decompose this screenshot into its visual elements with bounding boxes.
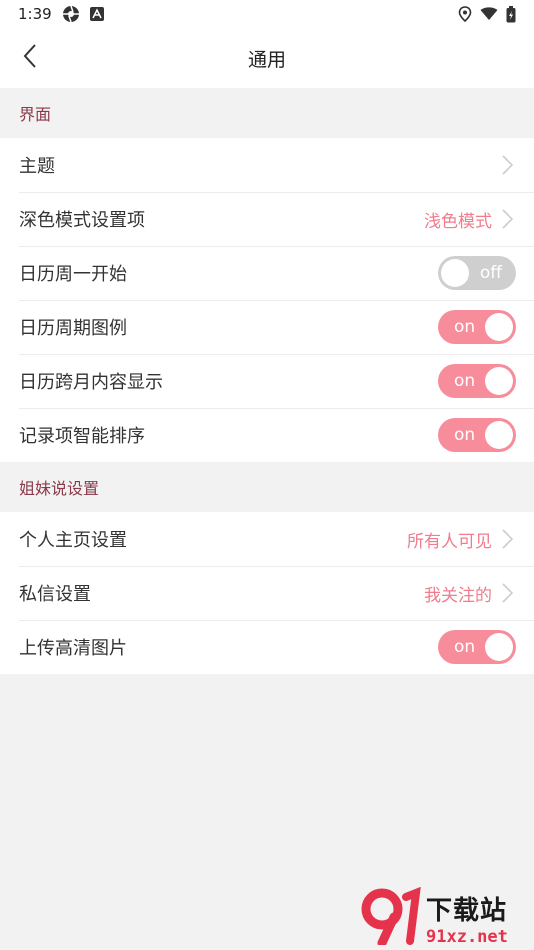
hd-upload-toggle[interactable]: on: [438, 630, 516, 664]
row-cycle-legend: 日历周期图例 on: [0, 300, 534, 354]
toggle-knob: [441, 259, 469, 287]
toggle-label: on: [454, 371, 476, 391]
row-message-settings[interactable]: 私信设置 我关注的: [0, 566, 534, 620]
row-right: on: [438, 418, 516, 452]
week-start-toggle[interactable]: off: [438, 256, 516, 290]
app-header: 通用: [0, 28, 534, 88]
row-right: on: [438, 310, 516, 344]
divider: [19, 300, 534, 301]
chevron-right-icon: [502, 529, 514, 549]
toggle-label: on: [454, 425, 476, 445]
row-right: on: [438, 364, 516, 398]
divider: [19, 192, 534, 193]
row-label: 主题: [19, 156, 55, 177]
row-label: 日历周期图例: [19, 318, 127, 339]
toggle-knob: [485, 633, 513, 661]
row-right: [492, 154, 516, 176]
status-time: 1:39: [18, 5, 52, 23]
row-right: 我关注的: [424, 581, 516, 606]
row-hd-upload: 上传高清图片 on: [0, 620, 534, 674]
row-label: 日历周一开始: [19, 264, 127, 285]
divider: [19, 408, 534, 409]
toggle-label: off: [479, 263, 502, 283]
toggle-knob: [485, 421, 513, 449]
battery-icon: [506, 5, 516, 23]
row-right: off: [438, 256, 516, 290]
row-profile-settings[interactable]: 个人主页设置 所有人可见: [0, 512, 534, 566]
row-label: 私信设置: [19, 584, 91, 605]
watermark-line2: 91xz.net: [426, 926, 508, 947]
row-label: 日历跨月内容显示: [19, 372, 163, 393]
smart-sort-toggle[interactable]: on: [438, 418, 516, 452]
row-label: 上传高清图片: [19, 638, 127, 659]
section-header-sisters: 姐妹说设置: [0, 462, 534, 512]
watermark-logo-icon: [360, 886, 424, 949]
status-right: [458, 5, 516, 23]
divider: [19, 246, 534, 247]
row-right: 所有人可见: [407, 527, 516, 552]
divider: [19, 354, 534, 355]
status-left: 1:39: [18, 5, 104, 23]
page-title: 通用: [247, 48, 286, 71]
wifi-icon: [480, 7, 498, 21]
row-theme[interactable]: 主题: [0, 138, 534, 192]
toggle-knob: [485, 367, 513, 395]
toggle-label: on: [454, 637, 476, 657]
row-dark-mode[interactable]: 深色模式设置项 浅色模式: [0, 192, 534, 246]
chevron-left-icon: [22, 43, 38, 73]
status-bar: 1:39: [0, 0, 534, 28]
toggle-label: on: [454, 317, 476, 337]
location-icon: [458, 6, 472, 22]
row-label: 深色模式设置项: [19, 210, 145, 231]
chevron-right-icon: [502, 583, 514, 603]
row-right: 浅色模式: [424, 207, 516, 232]
watermark: 下载站 91xz.net: [360, 886, 530, 949]
chevron-right-icon: [502, 155, 514, 175]
row-week-start-monday: 日历周一开始 off: [0, 246, 534, 300]
row-smart-sort: 记录项智能排序 on: [0, 408, 534, 462]
app-notification-icon: [89, 7, 104, 21]
cycle-legend-toggle[interactable]: on: [438, 310, 516, 344]
cross-month-toggle[interactable]: on: [438, 364, 516, 398]
chevron-right-icon: [502, 209, 514, 229]
row-value: 所有人可见: [407, 531, 492, 552]
back-button[interactable]: [14, 42, 46, 74]
row-value: 我关注的: [424, 585, 492, 606]
divider: [19, 566, 534, 567]
section-header-interface: 界面: [0, 88, 534, 138]
row-value: 浅色模式: [424, 211, 492, 232]
row-label: 个人主页设置: [19, 530, 127, 551]
divider: [19, 620, 534, 621]
row-cross-month-display: 日历跨月内容显示 on: [0, 354, 534, 408]
aperture-icon: [62, 5, 80, 23]
watermark-line1: 下载站: [426, 895, 508, 926]
watermark-text: 下载站 91xz.net: [426, 890, 508, 947]
row-right: on: [438, 630, 516, 664]
row-label: 记录项智能排序: [19, 426, 145, 447]
toggle-knob: [485, 313, 513, 341]
